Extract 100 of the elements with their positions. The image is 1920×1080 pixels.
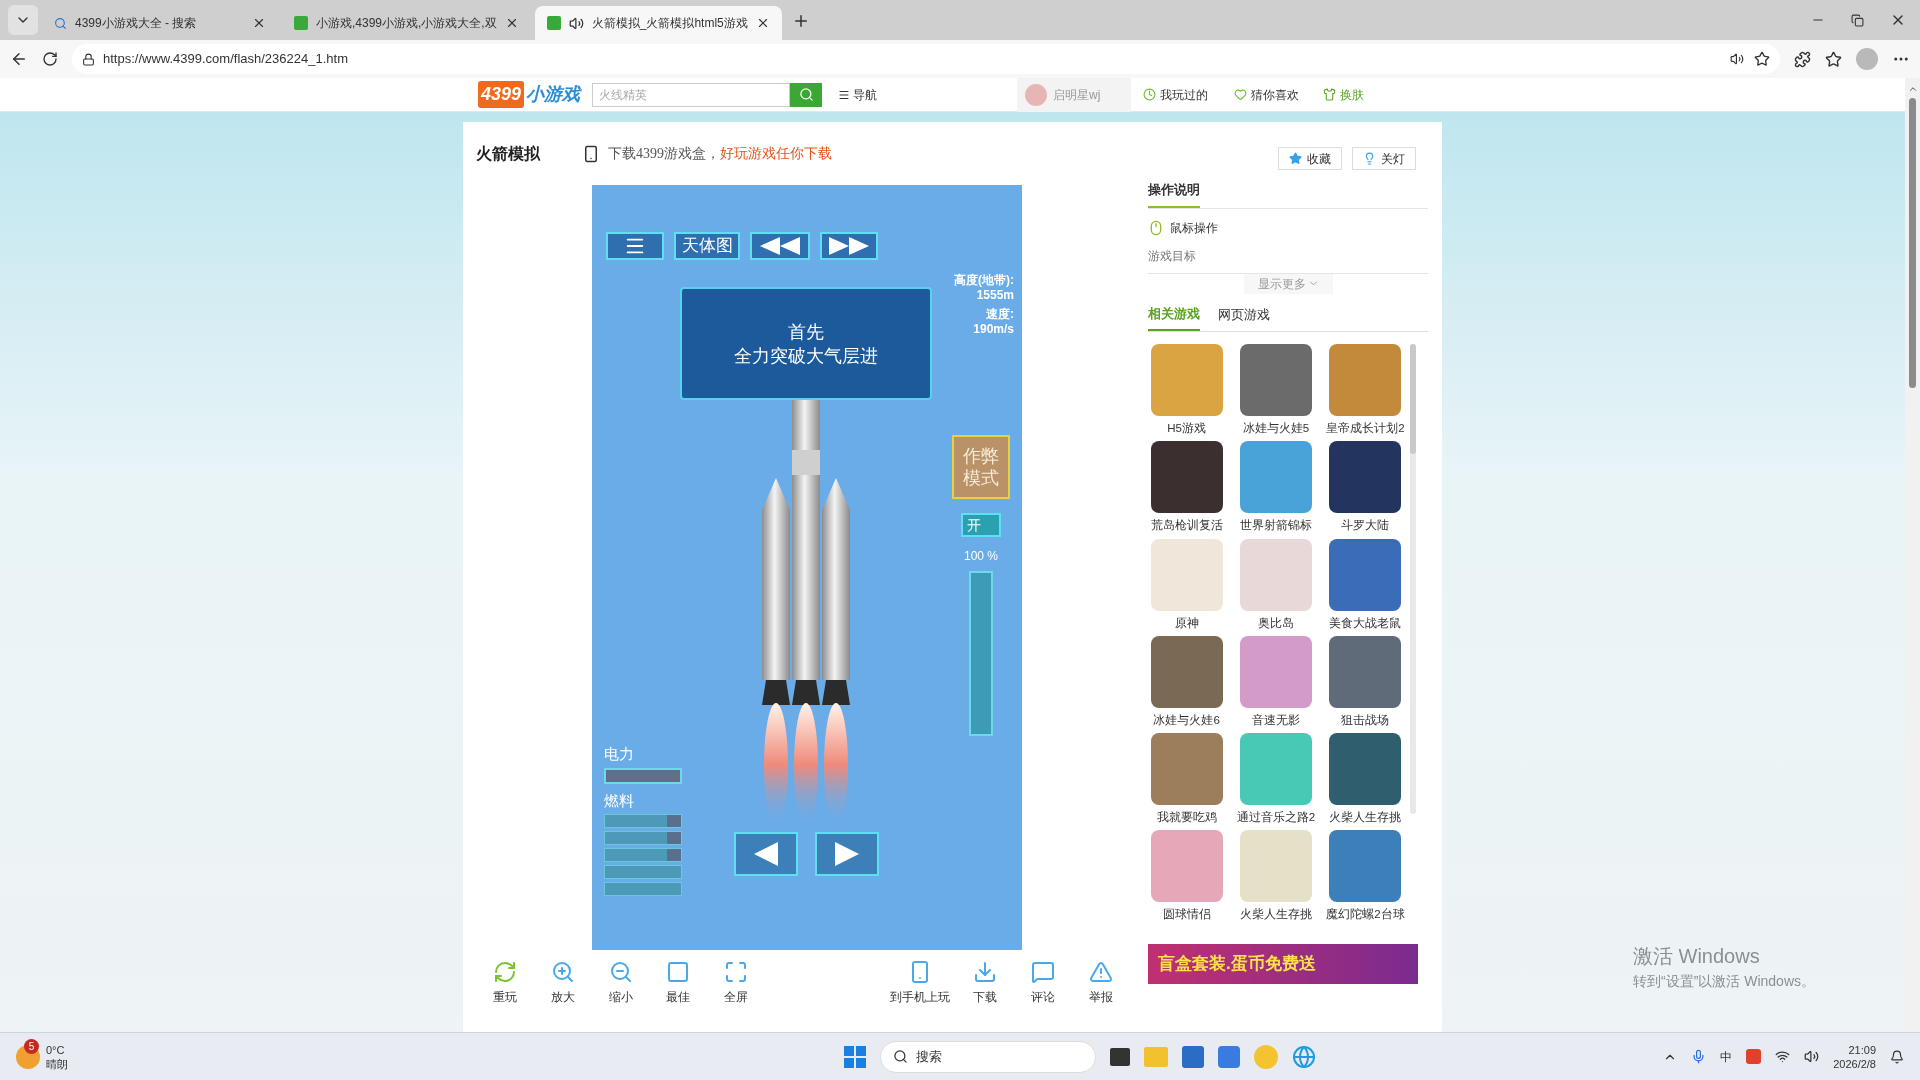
game-link[interactable]: H5游戏	[1148, 344, 1226, 438]
app-tray-icon[interactable]	[1746, 1049, 1762, 1064]
game-link[interactable]: 狙击战场	[1326, 635, 1404, 729]
left-arrow-button[interactable]	[733, 832, 798, 876]
site-favicon-icon	[546, 16, 561, 30]
fast-forward-button[interactable]	[820, 232, 878, 260]
game-link[interactable]: 冰娃与火娃6	[1148, 635, 1226, 729]
address-bar[interactable]: https://www.4399.com/flash/236224_1.htm	[72, 44, 1780, 74]
tab-title: 火箭模拟_火箭模拟html5游戏	[591, 15, 748, 32]
notification-icon[interactable]	[1890, 1049, 1904, 1064]
ad-banner[interactable]: 盲盒套装.蛋币免费送	[1148, 943, 1418, 984]
right-arrow-button[interactable]	[814, 832, 879, 876]
game-link[interactable]: 皇帝成长计划2	[1326, 344, 1404, 438]
right-triangle-icon	[834, 842, 859, 866]
browser-icon[interactable]	[1292, 1044, 1316, 1069]
game-link[interactable]: 音速无影	[1237, 635, 1315, 729]
game-link[interactable]: 火柴人生存挑	[1326, 733, 1404, 827]
game-link[interactable]: 圆球情侣	[1148, 830, 1226, 924]
taskbar-search[interactable]: 搜索	[880, 1040, 1096, 1073]
game-link[interactable]: 冰娃与火娃5	[1237, 344, 1315, 438]
game-tool-button[interactable]: 放大	[533, 960, 592, 1006]
goal-text: 游戏目标	[1148, 247, 1197, 265]
game-thumbnail	[1240, 733, 1312, 805]
game-tool-button[interactable]: 最佳	[649, 960, 708, 1006]
extensions-icon[interactable]	[1794, 50, 1811, 68]
nav-link[interactable]: 导航	[838, 85, 878, 104]
task-view-icon[interactable]	[1110, 1047, 1130, 1066]
game-link[interactable]: 奥比岛	[1237, 538, 1315, 632]
favorite-button[interactable]: 收藏	[1278, 147, 1342, 170]
read-aloud-icon[interactable]	[1730, 51, 1746, 67]
zoom-in-icon	[550, 960, 575, 984]
replay-icon	[492, 960, 517, 984]
game-link[interactable]: 我就要吃鸡	[1148, 733, 1226, 827]
menu-button[interactable]	[606, 232, 664, 260]
notification-badge: 5	[24, 1038, 39, 1054]
favorite-star-icon[interactable]	[1754, 51, 1770, 67]
star-map-button[interactable]: 天体图	[674, 232, 740, 260]
rewind-icon	[760, 237, 800, 255]
played-menu[interactable]: 我玩过的	[1143, 85, 1209, 104]
game-tool-button[interactable]: 举报	[1072, 960, 1130, 1006]
scrollbar-thumb[interactable]	[1909, 98, 1916, 388]
fast-forward-icon	[829, 237, 869, 255]
tank-marker	[667, 849, 681, 861]
game-link[interactable]: 荒岛枪训复活	[1148, 441, 1226, 535]
ime-indicator[interactable]: 中	[1720, 1047, 1733, 1066]
store-icon[interactable]	[1182, 1045, 1204, 1068]
network-icon[interactable]	[1775, 1049, 1791, 1064]
game-link[interactable]: 世界射箭锦标	[1237, 441, 1315, 535]
mission-text: 全力突破大气层进	[734, 344, 878, 368]
start-icon[interactable]	[844, 1045, 866, 1068]
browser-tab[interactable]: 4399小游戏大全 - 搜索	[42, 6, 278, 40]
game-tool-button[interactable]: 评论	[1014, 960, 1073, 1006]
rewind-button[interactable]	[750, 232, 810, 260]
clock-time: 21:09	[1848, 1042, 1876, 1057]
menu-icon	[838, 88, 851, 101]
left-triangle-icon	[753, 842, 778, 866]
app-icon[interactable]	[1218, 1045, 1240, 1068]
game-link[interactable]: 美食大战老鼠	[1326, 538, 1404, 632]
section-heading: 操作说明	[1148, 180, 1200, 208]
scroll-up-icon[interactable]	[1907, 84, 1918, 94]
game-tool-button[interactable]: 重玩	[476, 960, 534, 1006]
volume-icon[interactable]	[1804, 1049, 1820, 1064]
microphone-icon[interactable]	[1691, 1049, 1707, 1064]
game-thumbnail	[1240, 344, 1312, 416]
reload-icon[interactable]	[42, 51, 58, 67]
favorites-icon[interactable]	[1825, 50, 1842, 68]
avatar	[1025, 83, 1048, 106]
site-logo[interactable]: 4399 小游戏	[478, 81, 581, 108]
game-link[interactable]: 魔幻陀螺2台球	[1326, 830, 1404, 924]
close-icon[interactable]	[252, 16, 266, 30]
game-tool-button[interactable]: 到手机上玩	[883, 960, 957, 1006]
site-favicon-icon	[294, 16, 308, 30]
restore-icon[interactable]	[1851, 13, 1864, 27]
tank-marker	[667, 832, 681, 844]
stat-label: 速度:	[986, 307, 1014, 322]
game-tool-button[interactable]: 全屏	[707, 960, 766, 1006]
browser-tab[interactable]: 火箭模拟_火箭模拟html5游戏	[534, 6, 782, 40]
game-tool-button[interactable]: 下载	[956, 960, 1015, 1006]
heart-icon	[1234, 88, 1248, 101]
sidebar-tab[interactable]: 网页游戏	[1218, 303, 1270, 331]
url-text: https://www.4399.com/flash/236224_1.htm	[103, 50, 348, 69]
search-button[interactable]	[790, 82, 823, 107]
game-link[interactable]: 通过音乐之路2	[1237, 733, 1315, 827]
promo-text: 下载4399游戏盒，	[608, 145, 720, 163]
back-icon[interactable]	[10, 50, 28, 68]
lights-off-button[interactable]: 关灯	[1352, 147, 1416, 170]
game-link[interactable]: 原神	[1148, 538, 1226, 632]
activation-hint: 转到“设置”以激活 Windows。	[1633, 972, 1815, 991]
browser-tab[interactable]: 小游戏,4399小游戏,小游戏大全,双	[282, 6, 531, 40]
stat-value: 190m/s	[973, 322, 1014, 337]
scrollbar-thumb[interactable]	[1410, 344, 1416, 454]
promo-link[interactable]: 好玩游戏任你下载	[720, 143, 832, 164]
game-tool-button[interactable]: 缩小	[591, 960, 650, 1006]
search-field[interactable]: 火线精英	[592, 82, 791, 107]
game-link[interactable]: 火柴人生存挑	[1237, 830, 1315, 924]
game-link[interactable]: 斗罗大陆	[1326, 441, 1404, 535]
stat-value: 1555m	[976, 288, 1014, 303]
guess-menu[interactable]: 猜你喜欢	[1234, 85, 1300, 104]
lock-icon	[82, 52, 95, 66]
mouse-icon	[1148, 218, 1164, 237]
